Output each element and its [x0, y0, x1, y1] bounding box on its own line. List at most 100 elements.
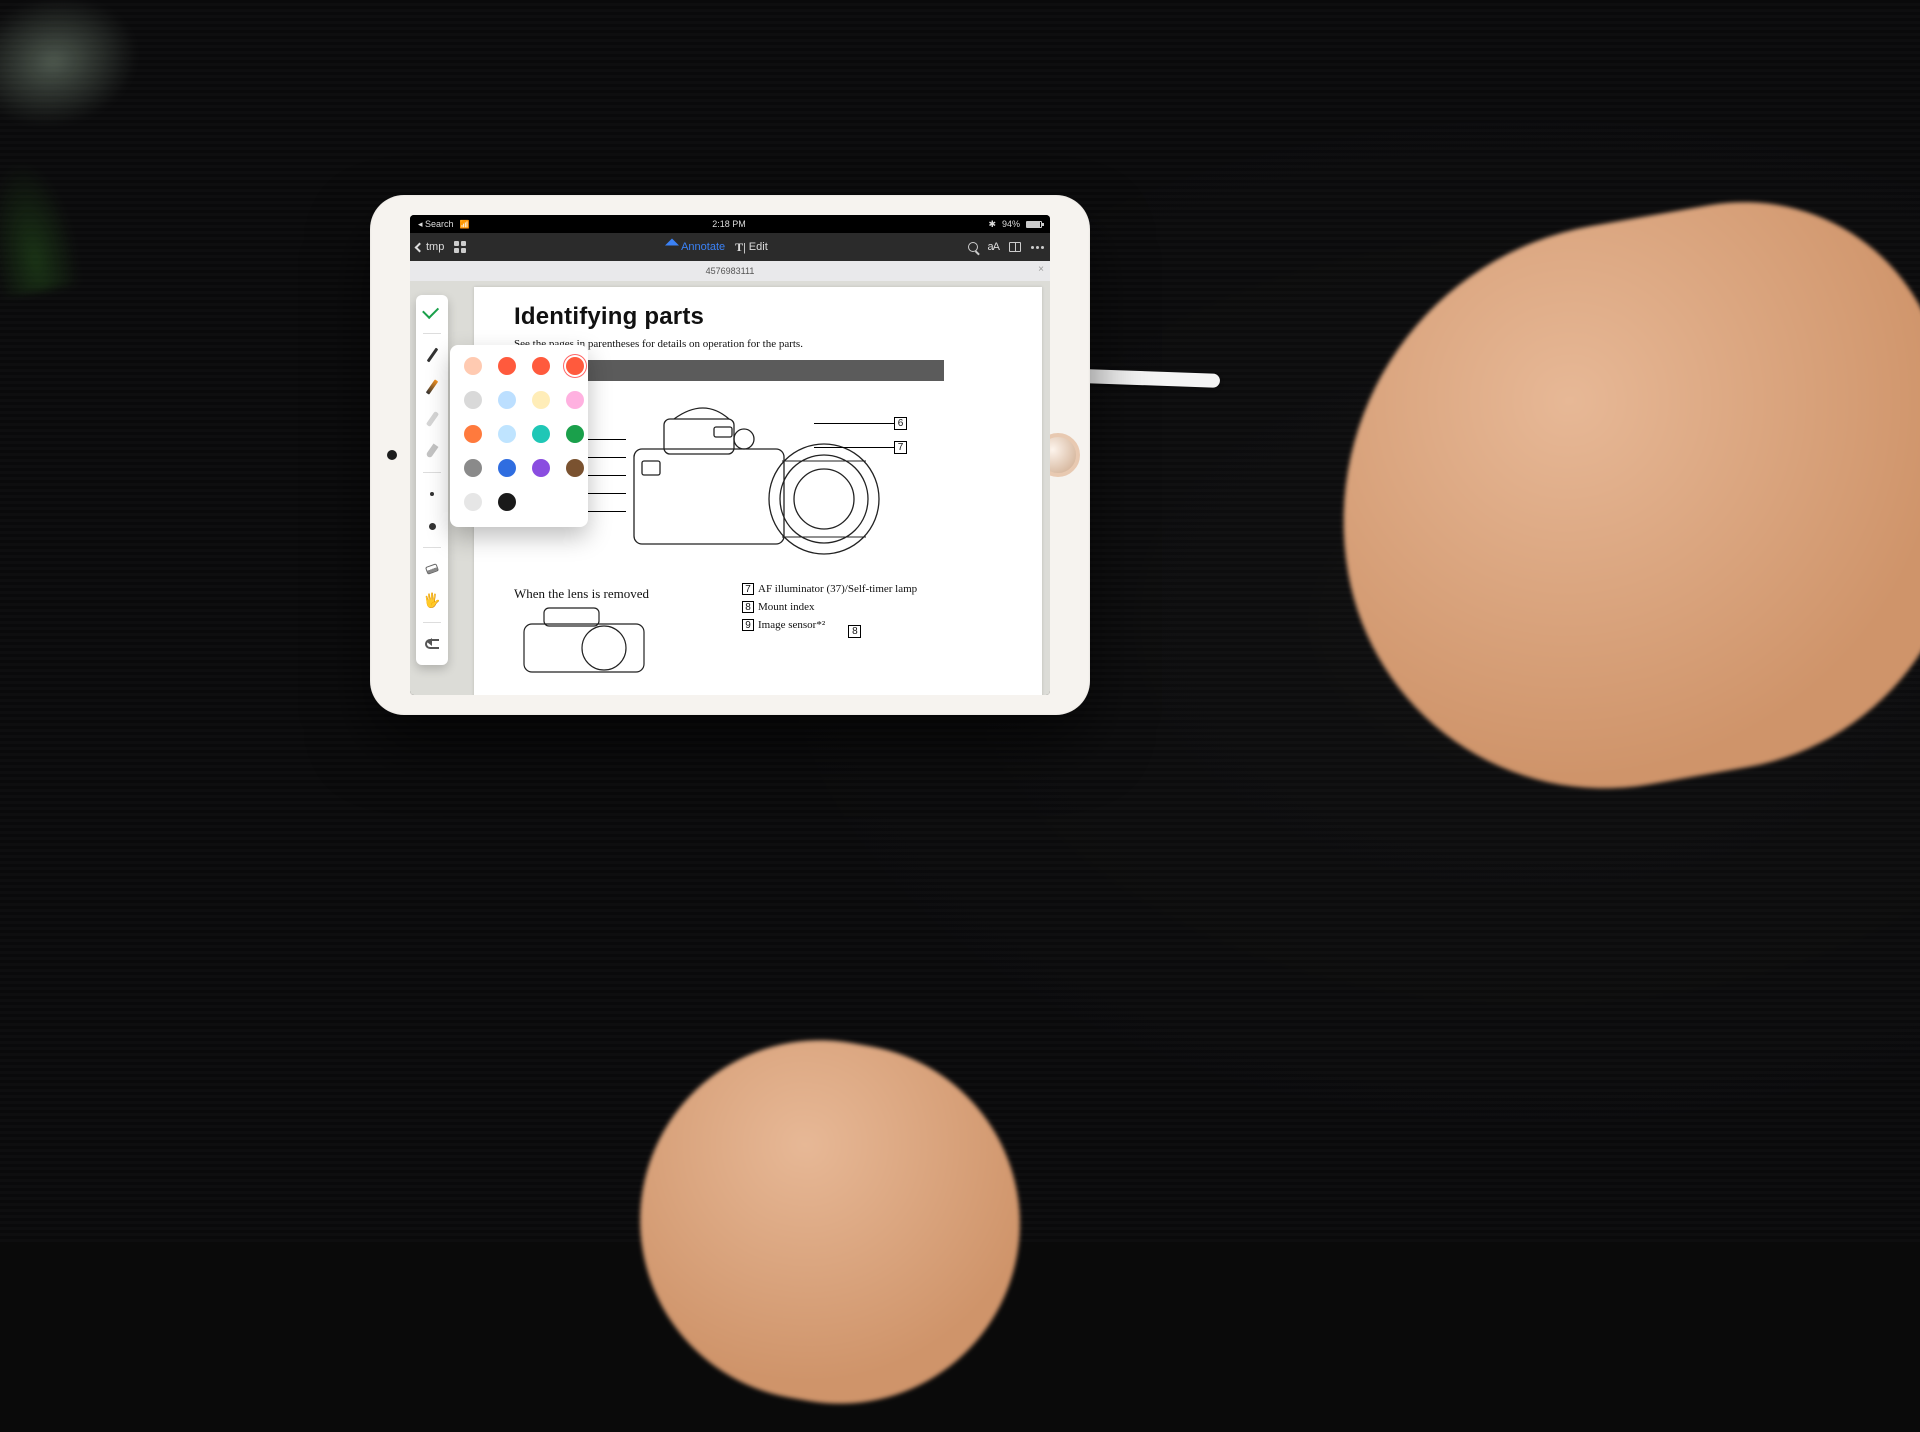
check-icon — [422, 302, 439, 319]
edit-label: Edit — [749, 241, 768, 253]
color-swatch[interactable] — [498, 391, 516, 409]
undo-icon — [425, 639, 439, 649]
color-swatch[interactable] — [566, 459, 584, 477]
document-tab[interactable]: 4576983111 × — [410, 261, 1050, 281]
color-swatch[interactable] — [464, 459, 482, 477]
color-swatch[interactable] — [498, 493, 516, 511]
legend-text: Image sensor*² — [758, 619, 825, 631]
plant-decoration — [0, 0, 246, 300]
color-swatch[interactable] — [532, 357, 550, 375]
separator — [423, 472, 441, 473]
diagram-label: 6 — [894, 417, 907, 430]
hand-left — [612, 1012, 1049, 1432]
document-title: 4576983111 — [706, 266, 755, 276]
legend-text: AF illuminator (37)/Self-timer lamp — [758, 583, 917, 595]
leader-line — [586, 511, 626, 512]
pen-tool[interactable] — [421, 344, 443, 366]
diagram-label: 8 — [848, 625, 861, 638]
leader-line — [586, 475, 626, 476]
page-lead: See the pages in parentheses for details… — [514, 337, 1014, 352]
color-swatch[interactable] — [498, 357, 516, 375]
ipad-device: ◂ Search 2:18 PM ✱ 94% tmp — [370, 195, 1090, 715]
eraser-tool[interactable] — [421, 558, 443, 580]
marker-tool[interactable] — [421, 408, 443, 430]
dot-large-icon — [429, 523, 436, 530]
color-swatch[interactable] — [498, 425, 516, 443]
eraser-icon — [425, 563, 439, 575]
legend-item: 9 Image sensor*² — [742, 617, 917, 635]
document-area[interactable]: Identifying parts See the pages in paren… — [410, 281, 1050, 695]
color-swatch[interactable] — [464, 357, 482, 375]
color-swatch[interactable] — [464, 425, 482, 443]
wifi-icon — [460, 219, 470, 229]
edit-mode-button[interactable]: T| Edit — [735, 240, 768, 255]
done-button[interactable] — [421, 301, 443, 323]
leader-line — [586, 439, 626, 440]
annotate-label: Annotate — [681, 241, 725, 253]
grid-icon — [454, 241, 466, 253]
stroke-large[interactable] — [421, 515, 443, 537]
pen-tool-selected[interactable] — [421, 376, 443, 398]
dot-small-icon — [430, 492, 434, 496]
front-camera — [387, 450, 397, 460]
back-to-app[interactable]: ◂ Search — [418, 219, 454, 230]
marker-icon — [425, 411, 438, 427]
camera-illustration — [594, 389, 914, 579]
camera-diagram: 12345 6 7 — [514, 381, 1014, 581]
leader-line — [814, 423, 894, 424]
app-toolbar: tmp Annotate T| Edit — [410, 233, 1050, 261]
parts-legend: 7 AF illuminator (37)/Self-timer lamp 8 Mou… — [742, 581, 917, 678]
chevron-left-icon — [415, 242, 425, 252]
battery-icon — [1026, 221, 1042, 228]
search-icon — [968, 242, 978, 252]
screen: ◂ Search 2:18 PM ✱ 94% tmp — [410, 215, 1050, 695]
annotation-toolbar — [416, 295, 448, 665]
legend-text: Mount index — [758, 601, 815, 613]
more-button[interactable] — [1031, 246, 1044, 249]
text-size-label: aA — [988, 241, 999, 253]
leader-line — [586, 493, 626, 494]
highlighter-tool[interactable] — [421, 440, 443, 462]
battery-percent: 94% — [1002, 219, 1020, 229]
separator — [423, 333, 441, 334]
hand-icon — [423, 592, 440, 610]
color-swatch[interactable] — [566, 391, 584, 409]
color-swatch[interactable] — [464, 391, 482, 409]
color-palette-popover — [450, 345, 588, 527]
hand-right — [1296, 170, 1920, 829]
pen-thin-icon — [426, 348, 438, 363]
clock: 2:18 PM — [712, 219, 746, 229]
appearance-button[interactable]: aA — [988, 241, 999, 253]
color-swatch[interactable] — [464, 493, 482, 511]
annotate-mode-button[interactable]: Annotate — [666, 241, 725, 253]
stroke-small[interactable] — [421, 483, 443, 505]
close-tab-button[interactable]: × — [1038, 264, 1044, 275]
undo-button[interactable] — [421, 633, 443, 655]
bluetooth-icon: ✱ — [988, 219, 996, 230]
legend-number: 9 — [742, 619, 754, 631]
more-icon — [1031, 246, 1044, 249]
documents-grid-button[interactable] — [454, 241, 466, 253]
camera-body-illustration — [514, 604, 694, 674]
book-icon — [1009, 242, 1021, 252]
color-swatch[interactable] — [566, 357, 584, 375]
pen-icon — [664, 239, 681, 256]
color-swatch[interactable] — [566, 425, 584, 443]
color-swatch[interactable] — [532, 391, 550, 409]
search-button[interactable] — [968, 242, 978, 252]
leader-line — [814, 447, 894, 448]
color-swatch[interactable] — [532, 459, 550, 477]
outline-button[interactable] — [1009, 242, 1021, 252]
back-button[interactable]: tmp — [416, 241, 444, 253]
subheading: When the lens is removed — [514, 585, 714, 603]
color-swatch[interactable] — [532, 425, 550, 443]
pen-color-icon — [426, 379, 438, 394]
page-heading: Identifying parts — [514, 305, 1014, 329]
color-swatch[interactable] — [498, 459, 516, 477]
legend-number: 7 — [742, 583, 754, 595]
diagram-label: 7 — [894, 441, 907, 454]
separator — [423, 622, 441, 623]
pan-tool[interactable] — [421, 590, 443, 612]
highlighter-icon — [426, 444, 439, 459]
text-icon: T| — [735, 240, 746, 255]
